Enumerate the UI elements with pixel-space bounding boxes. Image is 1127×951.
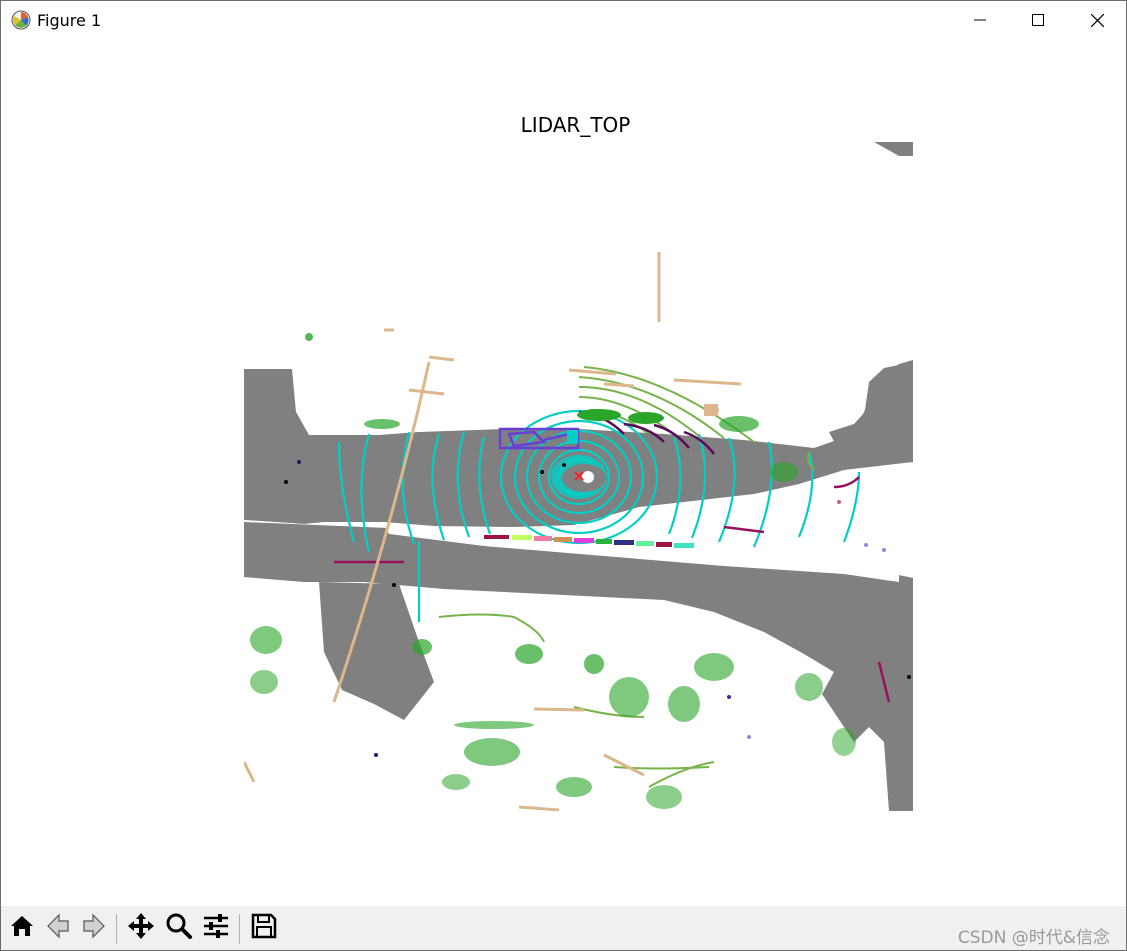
move-icon bbox=[127, 912, 155, 945]
close-icon bbox=[1090, 13, 1104, 27]
home-button[interactable] bbox=[5, 911, 39, 945]
sliders-icon bbox=[202, 912, 230, 945]
save-button[interactable] bbox=[247, 911, 281, 945]
home-icon bbox=[9, 913, 35, 944]
zoom-button[interactable] bbox=[162, 911, 196, 945]
toolbar-separator bbox=[116, 914, 117, 944]
pan-button[interactable] bbox=[124, 911, 158, 945]
lidar-plot[interactable] bbox=[242, 142, 913, 884]
magnifier-icon bbox=[165, 912, 193, 945]
figure-canvas[interactable]: LIDAR_TOP bbox=[1, 39, 1126, 906]
figure-window: Figure 1 LIDAR_TOP CSDN @时代&信念 bbox=[0, 0, 1127, 951]
floppy-disk-icon bbox=[250, 912, 278, 945]
forward-button[interactable] bbox=[77, 911, 111, 945]
minimize-icon bbox=[974, 14, 986, 26]
window-title: Figure 1 bbox=[37, 11, 102, 30]
maximize-icon bbox=[1032, 14, 1044, 26]
minimize-button[interactable] bbox=[951, 1, 1009, 39]
maximize-button[interactable] bbox=[1009, 1, 1067, 39]
toolbar-separator bbox=[239, 914, 240, 944]
back-button[interactable] bbox=[41, 911, 75, 945]
configure-subplots-button[interactable] bbox=[199, 911, 233, 945]
arrow-right-icon bbox=[81, 913, 107, 944]
matplotlib-icon bbox=[11, 10, 31, 30]
close-button[interactable] bbox=[1068, 1, 1126, 39]
ego-vehicle bbox=[582, 471, 594, 483]
watermark-text: CSDN @时代&信念 bbox=[957, 928, 1110, 948]
title-bar[interactable]: Figure 1 bbox=[1, 1, 1126, 39]
navigation-toolbar: CSDN @时代&信念 bbox=[1, 906, 1126, 950]
axes-title: LIDAR_TOP bbox=[520, 113, 631, 137]
lidar-bev-image bbox=[242, 142, 913, 884]
arrow-left-icon bbox=[45, 913, 71, 944]
